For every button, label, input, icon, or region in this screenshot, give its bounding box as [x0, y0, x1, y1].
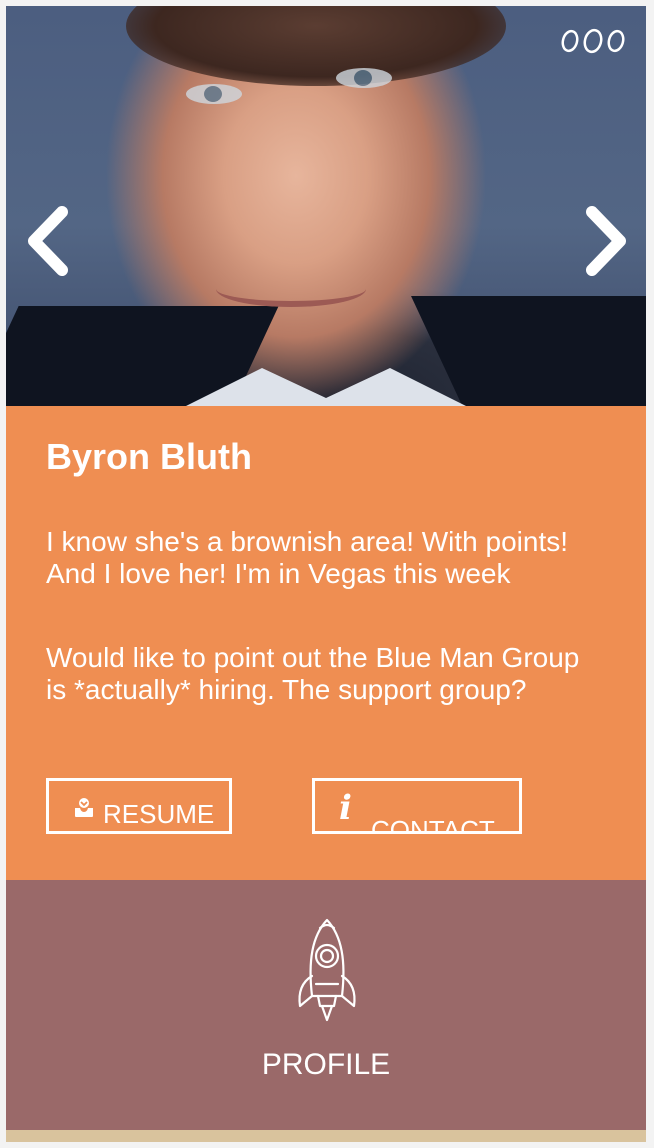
contact-label: CONTACT — [371, 815, 495, 834]
info-icon: i — [339, 788, 352, 828]
three-dots-icon[interactable] — [558, 28, 628, 54]
resume-label: RESUME — [103, 799, 215, 829]
photo-mouth — [216, 271, 366, 307]
info-panel: Byron Bluth I know she's a brownish area… — [6, 406, 646, 880]
profile-name: Byron Bluth — [46, 436, 252, 477]
profile-photo — [6, 6, 646, 406]
photo-eye-right — [336, 68, 392, 88]
bottom-divider — [6, 1130, 646, 1142]
bio-paragraph-2: Would like to point out the Blue Man Gro… — [46, 642, 580, 705]
download-tray-icon — [73, 795, 95, 817]
photo-jacket-right — [411, 296, 646, 406]
resume-button[interactable]: RESUME — [46, 778, 232, 834]
profile-tab-label: PROFILE — [261, 1048, 391, 1081]
profile-card: Byron Bluth I know she's a brownish area… — [6, 6, 646, 1142]
bio-paragraph-1: I know she's a brownish area! With point… — [46, 526, 569, 589]
profile-tab[interactable]: PROFILE — [6, 880, 646, 1130]
contact-button[interactable]: i CONTACT — [312, 778, 522, 834]
chevron-right-icon[interactable] — [582, 206, 630, 276]
photo-hair — [126, 6, 506, 86]
chevron-left-icon[interactable] — [24, 206, 72, 276]
photo-eye-left — [186, 84, 242, 104]
rocket-icon — [292, 916, 362, 1026]
